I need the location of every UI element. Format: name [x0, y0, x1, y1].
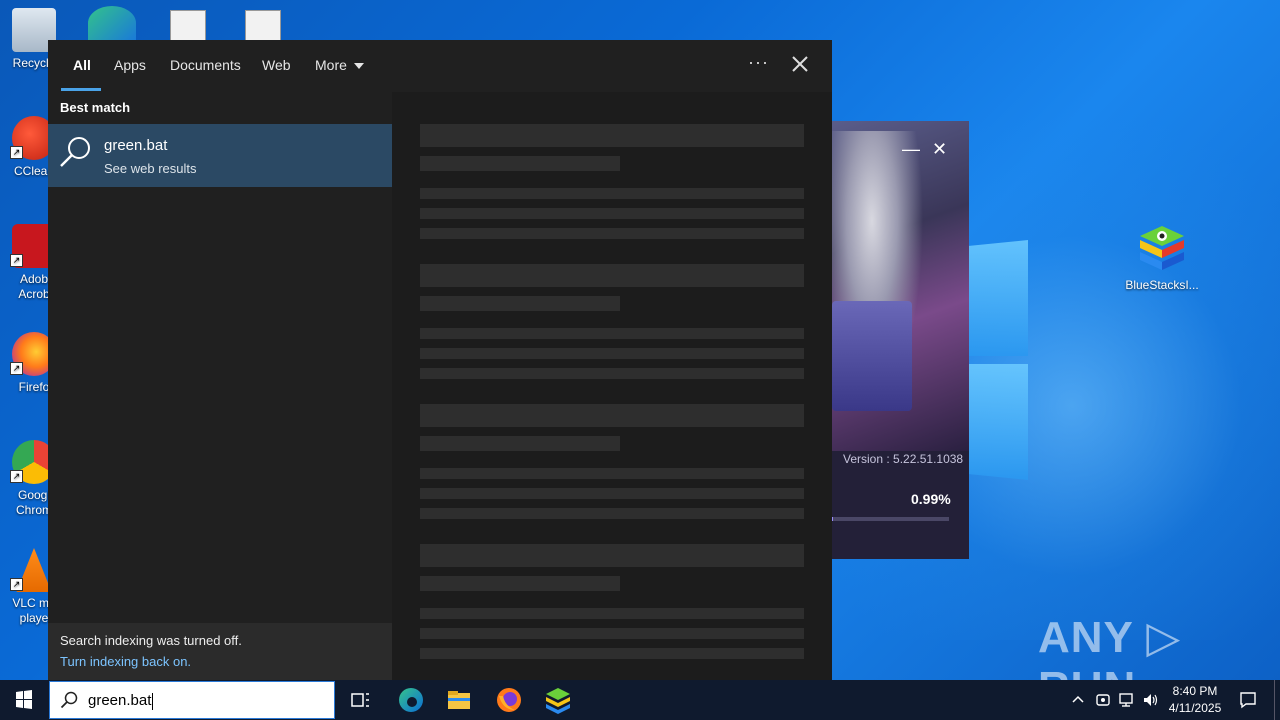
indexing-message: Search indexing was turned off. — [60, 633, 242, 648]
search-query-text: green.bat — [88, 692, 152, 709]
system-tray — [1070, 680, 1160, 720]
shortcut-arrow-icon: ↗ — [10, 146, 23, 159]
caret-down-icon — [353, 63, 364, 70]
skeleton-bar — [420, 296, 620, 311]
meet-now-icon[interactable] — [1094, 691, 1112, 709]
tab-documents[interactable]: Documents — [170, 57, 241, 73]
task-view-icon[interactable] — [344, 684, 376, 716]
text-caret — [152, 692, 154, 710]
skeleton-bar — [420, 576, 620, 591]
clock-time: 8:40 PM — [1172, 684, 1218, 698]
windows-search-panel[interactable]: All Apps Documents Web More ··· Best mat… — [48, 40, 832, 680]
edge-taskbar-icon[interactable] — [395, 684, 427, 716]
installer-progress-percent: 0.99% — [911, 491, 951, 507]
search-tabs: All Apps Documents Web More ··· — [48, 40, 832, 92]
skeleton-bar — [420, 156, 620, 171]
shortcut-arrow-icon: ↗ — [10, 470, 23, 483]
installer-artwork-laptop — [832, 301, 912, 411]
search-icon — [60, 691, 78, 709]
clock[interactable]: 8:40 PM 4/11/2025 — [1160, 683, 1230, 717]
shortcut-arrow-icon: ↗ — [10, 362, 23, 375]
best-match-item[interactable]: green.bat See web results — [48, 124, 392, 187]
skeleton-bar — [420, 608, 804, 619]
file-desktop-icon[interactable] — [245, 10, 281, 42]
skeleton-bar — [420, 208, 804, 219]
skeleton-bar — [420, 264, 804, 287]
clock-date: 4/11/2025 — [1168, 701, 1222, 715]
volume-icon[interactable] — [1142, 691, 1160, 709]
bluestacks-taskbar-icon[interactable] — [542, 684, 574, 716]
network-icon[interactable] — [1118, 691, 1136, 709]
more-options-button[interactable]: ··· — [748, 52, 769, 73]
skeleton-bar — [420, 544, 804, 567]
skeleton-bar — [420, 228, 804, 239]
show-desktop-button[interactable] — [1274, 680, 1275, 720]
search-icon — [60, 137, 90, 167]
shortcut-arrow-icon: ↗ — [10, 254, 23, 267]
shortcut-arrow-icon: ↗ — [10, 578, 23, 591]
installer-progress-fill — [832, 517, 834, 521]
installer-minimize-button[interactable]: — — [902, 139, 920, 160]
skeleton-bar — [420, 328, 804, 339]
file-explorer-icon[interactable] — [443, 684, 475, 716]
installer-progress-bar — [832, 517, 949, 521]
close-icon[interactable] — [790, 52, 810, 76]
active-tab-indicator — [61, 88, 101, 91]
file-desktop-icon[interactable] — [170, 10, 206, 42]
best-match-subtitle: See web results — [104, 161, 197, 176]
edge-desktop-icon[interactable] — [88, 6, 136, 40]
search-results-list: Best match green.bat See web results Sea… — [48, 92, 392, 680]
bluestacks-desktop-icon[interactable]: BlueStacksI... — [1124, 222, 1200, 292]
skeleton-bar — [420, 188, 804, 199]
skeleton-bar — [420, 404, 804, 427]
tab-more-label: More — [315, 57, 347, 73]
taskbar: green.bat 8:40 PM 4/11/2025 — [0, 680, 1280, 720]
notification-center-icon[interactable] — [1238, 690, 1258, 710]
installer-version-text: Version : 5.22.51.1038 — [843, 452, 964, 466]
skeleton-bar — [420, 628, 804, 639]
tab-more[interactable]: More — [315, 57, 364, 73]
tab-apps[interactable]: Apps — [114, 57, 146, 73]
tab-all[interactable]: All — [73, 57, 91, 73]
skeleton-bar — [420, 468, 804, 479]
best-match-heading: Best match — [60, 100, 131, 115]
firefox-taskbar-icon[interactable] — [493, 684, 525, 716]
preview-pane-loading — [392, 92, 832, 680]
installer-close-button[interactable]: ✕ — [932, 139, 947, 160]
best-match-title: green.bat — [104, 137, 168, 154]
indexing-notice: Search indexing was turned off. Turn ind… — [48, 623, 392, 680]
taskbar-search-box[interactable]: green.bat — [49, 681, 335, 719]
tab-web[interactable]: Web — [262, 57, 291, 73]
skeleton-bar — [420, 488, 804, 499]
start-button[interactable] — [0, 680, 48, 720]
skeleton-bar — [420, 368, 804, 379]
skeleton-bar — [420, 348, 804, 359]
skeleton-bar — [420, 648, 804, 659]
skeleton-bar — [420, 508, 804, 519]
taskbar-search-input[interactable]: green.bat — [88, 692, 154, 710]
turn-indexing-on-link[interactable]: Turn indexing back on. — [60, 654, 191, 669]
bluestacks-icon — [1140, 226, 1184, 270]
skeleton-bar — [420, 436, 620, 451]
skeleton-bar — [420, 124, 804, 147]
chevron-up-icon[interactable] — [1070, 692, 1086, 708]
